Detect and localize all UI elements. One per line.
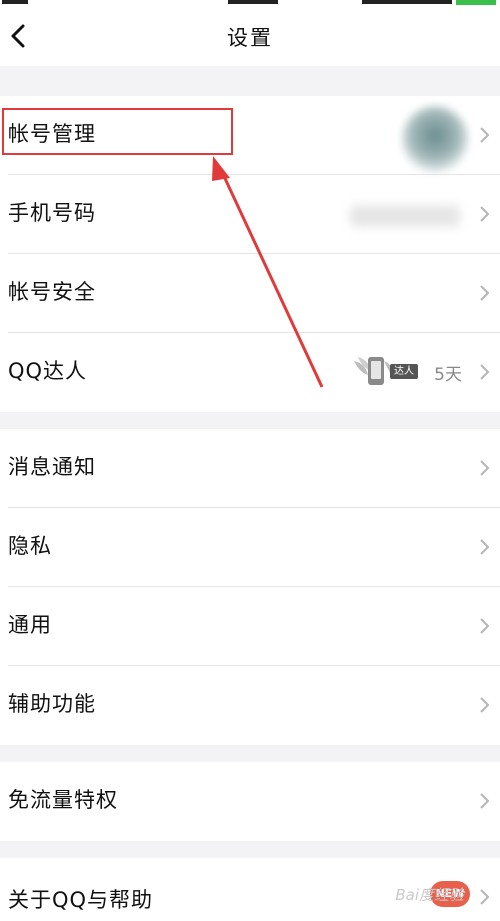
talent-days: 5天 [434, 365, 462, 385]
chevron-right-icon [480, 793, 490, 809]
row-privacy[interactable]: 隐私 [0, 508, 500, 587]
row-label: 免流量特权 [8, 788, 118, 812]
chevron-right-icon [480, 206, 490, 222]
avatar [402, 106, 468, 172]
chevron-right-icon [480, 889, 490, 905]
status-icons [362, 0, 452, 4]
row-phone-number[interactable]: 手机号码 [0, 175, 500, 254]
row-general[interactable]: 通用 [0, 587, 500, 666]
row-label: 关于QQ与帮助 [8, 888, 154, 912]
status-bar [0, 0, 500, 8]
row-label: 通用 [8, 613, 52, 637]
status-time [228, 0, 278, 4]
row-notifications[interactable]: 消息通知 [0, 429, 500, 508]
phone-value-blurred [350, 205, 460, 227]
chevron-right-icon [480, 618, 490, 634]
row-account-security[interactable]: 帐号安全 [0, 254, 500, 333]
settings-group-general: 消息通知 隐私 通用 辅助功能 [0, 429, 500, 745]
row-label: 消息通知 [8, 455, 96, 479]
chevron-right-icon [480, 364, 490, 380]
chevron-right-icon [480, 127, 490, 143]
row-label: 隐私 [8, 534, 52, 558]
chevron-right-icon [480, 285, 490, 301]
settings-group-data: 免流量特权 [0, 762, 500, 841]
watermark: Bai度经验 [395, 886, 464, 904]
chevron-right-icon [480, 460, 490, 476]
page-title: 设置 [227, 26, 273, 50]
chevron-right-icon [480, 539, 490, 555]
chevron-right-icon [480, 697, 490, 713]
battery-icon [456, 0, 496, 5]
navigation-bar: 设置 [0, 8, 500, 66]
row-label: 辅助功能 [8, 692, 96, 716]
row-free-data[interactable]: 免流量特权 [0, 762, 500, 841]
row-label: QQ达人 [8, 359, 88, 383]
row-about-help[interactable]: 关于QQ与帮助 NEW Bai度经验 [0, 858, 500, 921]
row-qq-talent[interactable]: QQ达人 达人 5天 [0, 333, 500, 412]
talent-badge: 达人 [352, 353, 422, 389]
settings-group-about: 关于QQ与帮助 NEW Bai度经验 [0, 858, 500, 921]
row-label: 手机号码 [8, 201, 96, 225]
row-label: 帐号安全 [8, 280, 96, 304]
signal-icon [2, 0, 28, 4]
talent-label: 达人 [390, 364, 418, 379]
highlight-box [2, 108, 233, 155]
row-accessibility[interactable]: 辅助功能 [0, 666, 500, 745]
